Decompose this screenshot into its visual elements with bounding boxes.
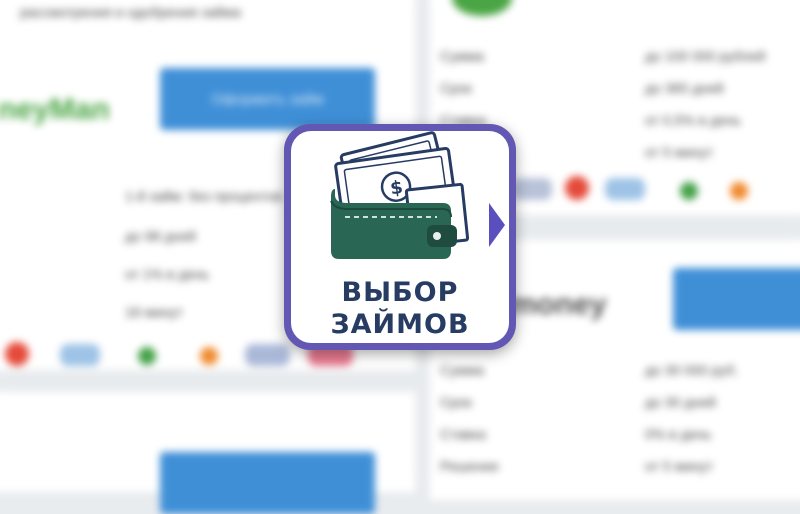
offer-line: Срок [440, 394, 472, 410]
icon-caption-line1: ВЫБОР [341, 277, 459, 308]
apply-button[interactable] [673, 268, 800, 330]
payment-system-icon [200, 347, 218, 365]
offer-line: от 1% в день [125, 266, 210, 282]
offer-value: 0% в день [645, 426, 712, 442]
offer-line: Сумма [440, 48, 484, 64]
app-icon[interactable]: $ ВЫБОР ЗАЙМОВ [284, 124, 516, 350]
payment-system-icon [512, 178, 552, 200]
payment-system-icon [245, 344, 290, 366]
offer-line: Решение [440, 458, 499, 474]
payment-system-icon [730, 182, 748, 200]
offer-value: от 0,5% в день [645, 112, 741, 128]
apply-button[interactable]: Оформить займ [160, 68, 375, 130]
mastercard-icon [565, 176, 589, 200]
offer-value: до 30 000 руб. [645, 362, 739, 378]
offer-line: 1-й займ: без процентов [125, 188, 283, 204]
offer-line: Срок [440, 80, 472, 96]
visa-icon [60, 344, 100, 366]
offer-value: от 5 минут [645, 458, 714, 474]
offer-value: до 30 дней [645, 394, 716, 410]
brand-logo-left: neyMan [0, 93, 110, 126]
offer-value: до 365 дней [645, 80, 724, 96]
mastercard-icon [5, 342, 29, 366]
apply-button[interactable] [160, 452, 375, 514]
tagline: рассмотрения и одобрения займа [20, 4, 241, 20]
brand-logo-right: money [510, 288, 607, 321]
offer-line: Ставка [440, 426, 486, 442]
app-icon-face: $ ВЫБОР ЗАЙМОВ [291, 131, 509, 343]
offer-value: до 100 000 рублей [645, 48, 766, 64]
offer-line: Сумма [440, 362, 484, 378]
visa-icon [605, 178, 645, 200]
offer-line: до 98 дней [125, 228, 196, 244]
offer-line: 18 минут [125, 304, 184, 320]
payment-system-icon [680, 182, 698, 200]
brand-logo-circle [452, 0, 512, 16]
offer-card-left-2 [0, 392, 415, 514]
icon-caption-line2: ЗАЙМОВ [330, 309, 470, 340]
offer-value: от 5 минут [645, 144, 714, 160]
payment-system-icon [138, 347, 156, 365]
